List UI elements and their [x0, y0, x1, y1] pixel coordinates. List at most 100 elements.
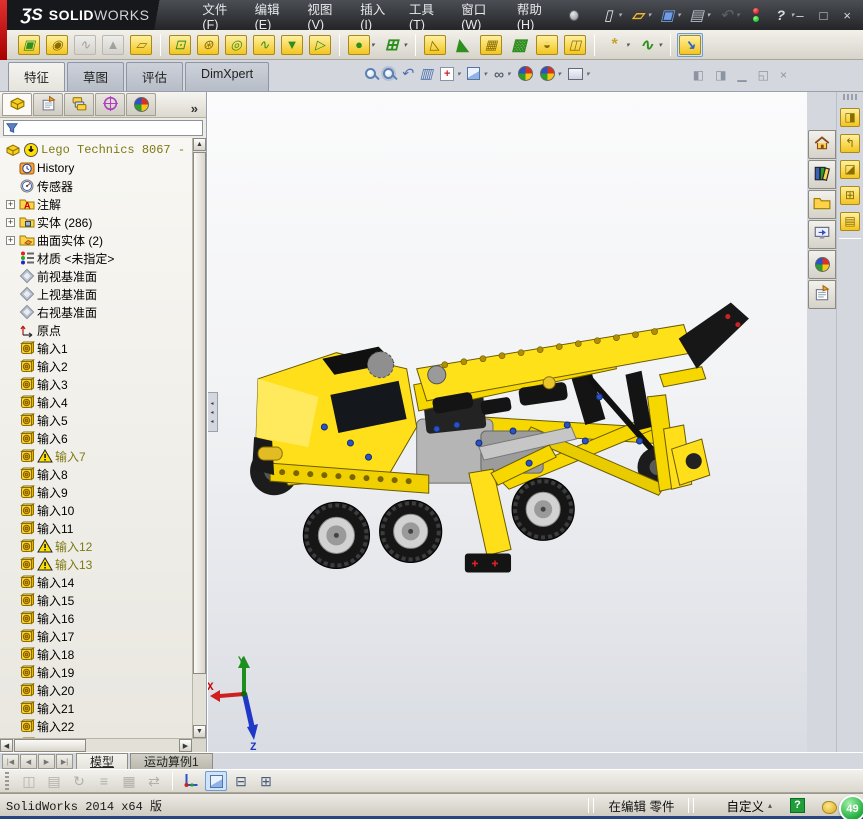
mirror-button[interactable]: ◫	[562, 33, 588, 57]
scroll-up-button[interactable]: ▲	[193, 138, 206, 151]
tab-motion-study-1[interactable]: 运动算例1	[130, 753, 213, 769]
rebuild-traffic-light-button[interactable]	[745, 4, 767, 26]
boundary-boss-button[interactable]: ▱	[128, 33, 154, 57]
tree-item[interactable]: 传感器	[5, 177, 192, 195]
custom-properties-tab[interactable]	[808, 280, 836, 309]
triad-visibility-button[interactable]	[180, 771, 202, 791]
tree-item[interactable]: 输入19	[5, 663, 192, 681]
tree-item[interactable]: 输入21	[5, 699, 192, 717]
lofted-cut-button[interactable]: ▼	[279, 33, 305, 57]
tree-item[interactable]: 输入18	[5, 645, 192, 663]
dropdown-caret-icon[interactable]: ▾	[483, 70, 487, 78]
tile-left-document-button[interactable]: ◧	[693, 68, 704, 82]
save-button[interactable]: ▣ ▾	[656, 4, 683, 26]
rib-button[interactable]: ◺	[422, 33, 448, 57]
dropdown-caret-icon[interactable]: ▾	[707, 11, 711, 19]
tab-evaluate[interactable]: 评估	[126, 62, 184, 91]
tree-item[interactable]: 输入7	[5, 447, 192, 465]
curves-button[interactable]: ∿ ▾	[634, 33, 665, 57]
tree-item[interactable]: 输入10	[5, 501, 192, 519]
viewport-four-button[interactable]: ⊞	[255, 771, 277, 791]
apply-scene-button[interactable]: ▾	[539, 66, 561, 81]
minimize-window[interactable]: –	[796, 8, 803, 23]
last-tab-button[interactable]: ▶|	[56, 754, 73, 769]
featuremanager-tab[interactable]	[2, 93, 32, 116]
dome-button[interactable]: ◒	[534, 33, 560, 57]
configurationmanager-tab[interactable]	[64, 93, 94, 116]
help-button[interactable]: ? ▾	[770, 4, 797, 26]
revolved-cut-button[interactable]: ◎	[223, 33, 249, 57]
graphics-area[interactable]: X Y Z ◂ ◂ ◂	[207, 92, 807, 752]
scroll-left-button[interactable]: ◀	[0, 739, 13, 752]
tree-item[interactable]: 输入22	[5, 717, 192, 735]
reference-geometry-button[interactable]: * ▾	[601, 33, 632, 57]
tree-item[interactable]: + 实体 (286)	[5, 213, 192, 231]
dropdown-caret-icon[interactable]: ▾	[677, 11, 681, 19]
pin-icon[interactable]	[569, 9, 580, 21]
print-button[interactable]: ▤ ▾	[686, 4, 713, 26]
dimxpertmanager-tab[interactable]	[95, 93, 125, 116]
tree-item[interactable]: 输入15	[5, 591, 192, 609]
expand-toggle[interactable]: +	[6, 217, 15, 227]
tree-horizontal-scrollbar[interactable]: ◀ ▶	[0, 739, 192, 752]
open-button[interactable]: ▱ ▾	[627, 4, 654, 26]
crane-model[interactable]	[230, 278, 772, 590]
dropdown-caret-icon[interactable]: ▾	[586, 70, 590, 78]
tab-dimxpert[interactable]: DimXpert	[185, 62, 270, 91]
tree-item[interactable]: + 曲面实体 (2)	[5, 231, 192, 249]
view-palette-tab[interactable]	[808, 220, 836, 249]
tree-item[interactable]: 输入2	[5, 357, 192, 375]
design-library-tab[interactable]	[808, 160, 836, 189]
dropdown-caret-icon[interactable]: ▾	[457, 70, 461, 78]
tab-model[interactable]: 模型	[76, 753, 129, 769]
dropdown-caret-icon[interactable]: ▾	[618, 11, 622, 19]
view-settings-button[interactable]: ▾	[568, 67, 590, 80]
tree-item[interactable]: 原点	[5, 321, 192, 339]
zoom-to-fit-button[interactable]	[365, 68, 376, 79]
scroll-down-button[interactable]: ▼	[193, 725, 206, 738]
revolved-boss-button[interactable]: ◉	[44, 33, 70, 57]
mirror-feature-button[interactable]: ◨	[838, 104, 862, 130]
dropdown-caret-icon[interactable]: ▾	[648, 11, 652, 19]
viewport-two-button[interactable]: ⊟	[230, 771, 252, 791]
tree-item[interactable]: 输入1	[5, 339, 192, 357]
status-custom-button[interactable]: 自定义	[726, 796, 764, 815]
expand-toggle[interactable]: +	[6, 199, 15, 209]
previous-view-button[interactable]: ↶	[401, 65, 413, 82]
tree-item[interactable]: Lego Technics 8067 - cr	[5, 141, 192, 159]
shaded-view-button[interactable]	[205, 771, 227, 791]
rib-feature-button[interactable]: ↰	[838, 130, 862, 156]
new-document-button[interactable]: ▯ ▾	[597, 4, 624, 26]
tree-item[interactable]: 输入8	[5, 465, 192, 483]
section-view-button[interactable]: ▥	[420, 65, 433, 82]
tree-item[interactable]: 输入13	[5, 555, 192, 573]
display-style-button[interactable]: ▾	[467, 67, 487, 80]
fillet-button[interactable]: ● ▾	[346, 33, 377, 57]
notification-badge[interactable]: 49	[839, 795, 863, 819]
view-orientation-button[interactable]: + ▾	[439, 66, 461, 81]
tree-item[interactable]: 输入4	[5, 393, 192, 411]
next-tab-button[interactable]: ▶	[38, 754, 55, 769]
draft-feature-button[interactable]: ◪	[838, 156, 862, 182]
minimize-document-button[interactable]: ▁	[737, 68, 746, 82]
custom-dropdown-arrow-icon[interactable]: ▴	[768, 801, 772, 810]
tree-item[interactable]: 输入9	[5, 483, 192, 501]
tree-item[interactable]: 输入11	[5, 519, 192, 537]
dropdown-caret-icon[interactable]: ▾	[791, 11, 795, 19]
swept-cut-button[interactable]: ∿	[251, 33, 277, 57]
dropdown-caret-icon[interactable]: ▾	[507, 70, 511, 78]
tree-item[interactable]: 输入3	[5, 375, 192, 393]
quick-tips-icon[interactable]: ?	[790, 797, 805, 813]
tree-item[interactable]: 上视基准面	[5, 285, 192, 303]
tree-item[interactable]: 输入20	[5, 681, 192, 699]
dropdown-caret-icon[interactable]: ▾	[626, 41, 630, 49]
panel-collapse-handle[interactable]: ◂ ◂ ◂	[208, 392, 218, 432]
solidworks-resources-tab[interactable]	[808, 130, 836, 159]
shell-button[interactable]: ▦	[478, 33, 504, 57]
tree-item[interactable]: History	[5, 159, 192, 177]
close-window[interactable]: ×	[843, 8, 851, 23]
displaymanager-tab[interactable]	[126, 93, 156, 116]
close-document-button[interactable]: ×	[780, 68, 787, 82]
panel-overflow-chevron[interactable]: »	[191, 101, 204, 116]
boundary-cut-button[interactable]: ▷	[307, 33, 333, 57]
